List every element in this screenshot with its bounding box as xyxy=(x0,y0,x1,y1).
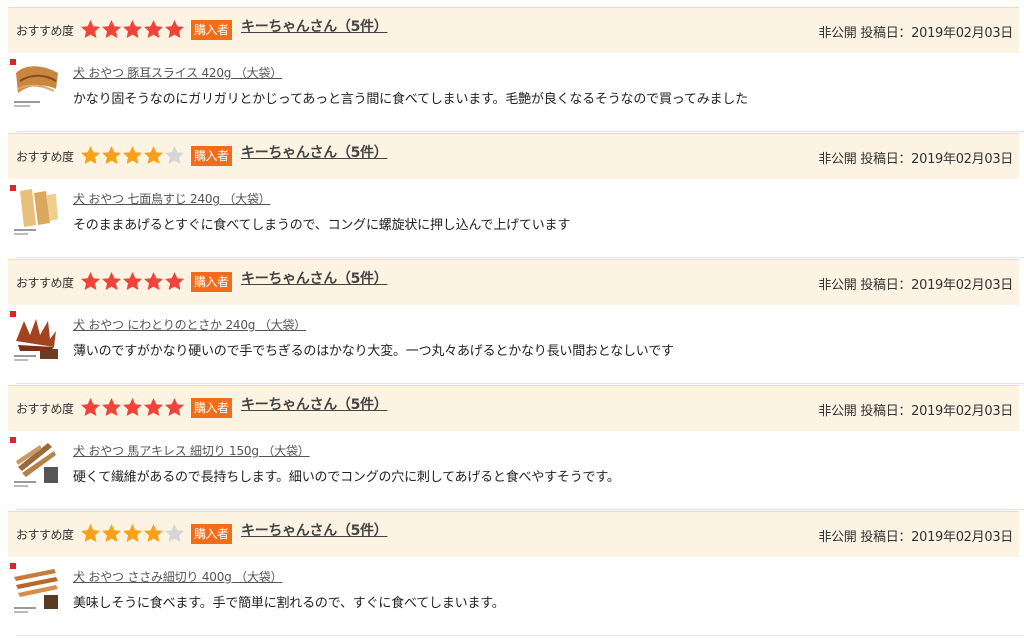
star-empty-icon xyxy=(164,145,185,166)
recommend-label: おすすめ度 xyxy=(16,150,74,164)
chicken-fillet-strips-image[interactable] xyxy=(10,563,62,615)
review-item: おすすめ度 購入者 キーちゃんさん（5件） 非公開 投稿日：2019年02月03… xyxy=(0,511,1024,638)
post-meta: 非公開 投稿日：2019年02月03日 xyxy=(818,526,1013,545)
reviewer-link[interactable]: キーちゃんさん（5件） xyxy=(241,142,388,162)
divider xyxy=(16,383,1024,384)
star-filled-icon xyxy=(143,271,164,292)
horse-achilles-image[interactable] xyxy=(10,437,62,489)
post-date: 投稿日：2019年02月03日 xyxy=(860,530,1013,545)
post-date: 投稿日：2019年02月03日 xyxy=(860,278,1013,293)
review-comment: そのままあげるとすぐに食べてしまうので、コングに螺旋状に押し込んで上げています xyxy=(73,218,571,233)
star-filled-icon xyxy=(122,145,143,166)
star-filled-icon xyxy=(101,145,122,166)
star-filled-icon xyxy=(164,397,185,418)
rating-stars xyxy=(80,397,185,419)
rating-stars xyxy=(80,523,185,545)
post-date: 投稿日：2019年02月03日 xyxy=(860,404,1013,419)
star-filled-icon xyxy=(101,397,122,418)
star-filled-icon xyxy=(80,19,101,40)
star-filled-icon xyxy=(80,397,101,418)
buyer-badge: 購入者 xyxy=(191,398,232,418)
star-filled-icon xyxy=(143,145,164,166)
review-item: おすすめ度 購入者 キーちゃんさん（5件） 非公開 投稿日：2019年02月03… xyxy=(0,385,1024,512)
review-list: おすすめ度 購入者 キーちゃんさん（5件） 非公開 投稿日：2019年02月03… xyxy=(0,0,1024,636)
star-filled-icon xyxy=(143,523,164,544)
star-filled-icon xyxy=(164,19,185,40)
divider xyxy=(16,509,1024,510)
review-header: おすすめ度 購入者 キーちゃんさん（5件） 非公開 投稿日：2019年02月03… xyxy=(8,133,1019,179)
product-link[interactable]: 犬 おやつ 豚耳スライス 420g （大袋） xyxy=(73,64,282,81)
star-filled-icon xyxy=(101,19,122,40)
reviewer-link[interactable]: キーちゃんさん（5件） xyxy=(241,520,388,540)
chicken-comb-image[interactable] xyxy=(10,311,62,363)
review-item: おすすめ度 購入者 キーちゃんさん（5件） 非公開 投稿日：2019年02月03… xyxy=(0,133,1024,260)
recommend-label: おすすめ度 xyxy=(16,528,74,542)
review-comment: かなり固そうなのにガリガリとかじってあっと言う間に食べてしまいます。毛艶が良くな… xyxy=(73,92,748,107)
buyer-badge: 購入者 xyxy=(191,146,232,166)
review-comment: 薄いのですがかなり硬いので手でちぎるのはかなり大変。一つ丸々あげるとかなり長い間… xyxy=(73,344,674,359)
review-body: 犬 おやつ ささみ細切り 400g （大袋） 美味しそうに食べます。手で簡単に割… xyxy=(8,557,1024,636)
star-filled-icon xyxy=(122,271,143,292)
star-filled-icon xyxy=(143,397,164,418)
recommend-label: おすすめ度 xyxy=(16,24,74,38)
review-body: 犬 おやつ 馬アキレス 細切り 150g （大袋） 硬くて繊維があるので長持ちし… xyxy=(8,431,1024,510)
visibility-text: 非公開 xyxy=(818,26,857,41)
divider xyxy=(16,257,1024,258)
star-filled-icon xyxy=(80,145,101,166)
star-filled-icon xyxy=(122,19,143,40)
product-link[interactable]: 犬 おやつ 馬アキレス 細切り 150g （大袋） xyxy=(73,442,310,459)
visibility-text: 非公開 xyxy=(818,404,857,419)
buyer-badge: 購入者 xyxy=(191,524,232,544)
rating-stars xyxy=(80,271,185,293)
visibility-text: 非公開 xyxy=(818,152,857,167)
rating-stars xyxy=(80,145,185,167)
post-meta: 非公開 投稿日：2019年02月03日 xyxy=(818,274,1013,293)
rating-stars xyxy=(80,19,185,41)
review-body: 犬 おやつ 豚耳スライス 420g （大袋） かなり固そうなのにガリガリとかじっ… xyxy=(8,53,1024,132)
star-filled-icon xyxy=(101,271,122,292)
product-link[interactable]: 犬 おやつ にわとりのとさか 240g （大袋） xyxy=(73,316,306,333)
visibility-text: 非公開 xyxy=(818,278,857,293)
reviewer-link[interactable]: キーちゃんさん（5件） xyxy=(241,16,388,36)
star-filled-icon xyxy=(164,271,185,292)
post-date: 投稿日：2019年02月03日 xyxy=(860,26,1013,41)
review-header: おすすめ度 購入者 キーちゃんさん（5件） 非公開 投稿日：2019年02月03… xyxy=(8,259,1019,305)
review-body: 犬 おやつ にわとりのとさか 240g （大袋） 薄いのですがかなり硬いので手で… xyxy=(8,305,1024,384)
review-header: おすすめ度 購入者 キーちゃんさん（5件） 非公開 投稿日：2019年02月03… xyxy=(8,385,1019,431)
review-body: 犬 おやつ 七面鳥すじ 240g （大袋） そのままあげるとすぐに食べてしまうの… xyxy=(8,179,1024,258)
reviewer-link[interactable]: キーちゃんさん（5件） xyxy=(241,394,388,414)
post-meta: 非公開 投稿日：2019年02月03日 xyxy=(818,148,1013,167)
star-filled-icon xyxy=(122,523,143,544)
star-empty-icon xyxy=(164,523,185,544)
recommend-label: おすすめ度 xyxy=(16,402,74,416)
star-filled-icon xyxy=(80,271,101,292)
divider xyxy=(16,635,1024,636)
post-date: 投稿日：2019年02月03日 xyxy=(860,152,1013,167)
review-item: おすすめ度 購入者 キーちゃんさん（5件） 非公開 投稿日：2019年02月03… xyxy=(0,259,1024,386)
review-comment: 美味しそうに食べます。手で簡単に割れるので、すぐに食べてしまいます。 xyxy=(73,596,505,611)
product-link[interactable]: 犬 おやつ 七面鳥すじ 240g （大袋） xyxy=(73,190,271,207)
buyer-badge: 購入者 xyxy=(191,272,232,292)
buyer-badge: 購入者 xyxy=(191,20,232,40)
reviewer-link[interactable]: キーちゃんさん（5件） xyxy=(241,268,388,288)
turkey-tendon-image[interactable] xyxy=(10,185,62,237)
review-comment: 硬くて繊維があるので長持ちします。細いのでコングの穴に刺してあげると食べやすそう… xyxy=(73,470,620,485)
star-filled-icon xyxy=(101,523,122,544)
star-filled-icon xyxy=(122,397,143,418)
star-filled-icon xyxy=(143,19,164,40)
divider xyxy=(16,131,1024,132)
product-link[interactable]: 犬 おやつ ささみ細切り 400g （大袋） xyxy=(73,568,283,585)
review-item: おすすめ度 購入者 キーちゃんさん（5件） 非公開 投稿日：2019年02月03… xyxy=(0,7,1024,134)
post-meta: 非公開 投稿日：2019年02月03日 xyxy=(818,22,1013,41)
review-header: おすすめ度 購入者 キーちゃんさん（5件） 非公開 投稿日：2019年02月03… xyxy=(8,511,1019,557)
visibility-text: 非公開 xyxy=(818,530,857,545)
pork-ear-slices-image[interactable] xyxy=(10,59,62,111)
star-filled-icon xyxy=(80,523,101,544)
post-meta: 非公開 投稿日：2019年02月03日 xyxy=(818,400,1013,419)
review-header: おすすめ度 購入者 キーちゃんさん（5件） 非公開 投稿日：2019年02月03… xyxy=(8,7,1019,53)
recommend-label: おすすめ度 xyxy=(16,276,74,290)
